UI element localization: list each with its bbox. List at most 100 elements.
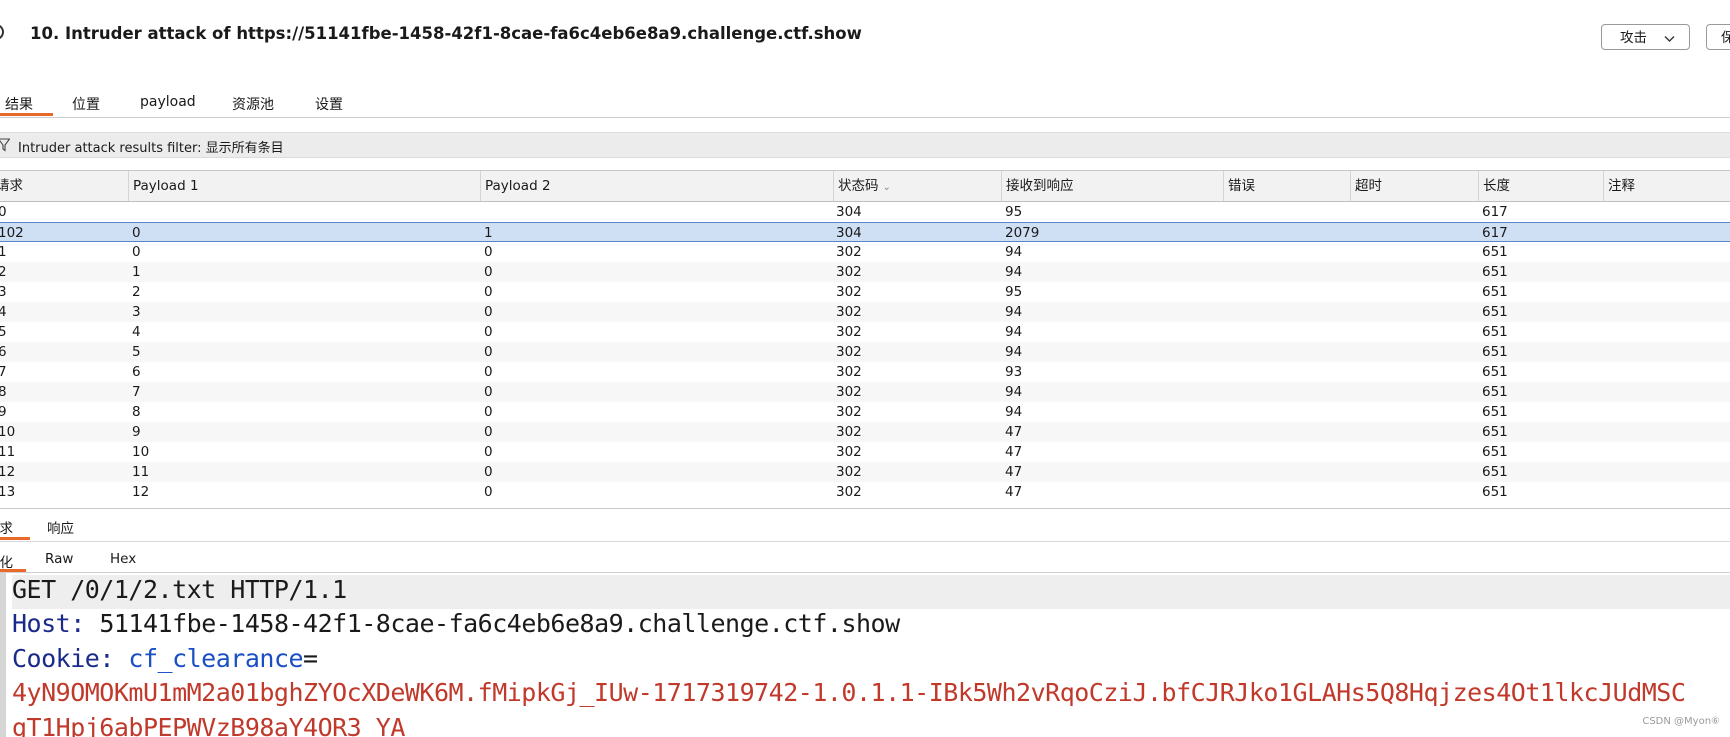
cell-payload1: 8 <box>132 404 141 420</box>
cell-response-received: 2079 <box>1005 225 1040 241</box>
cell-request: 9 <box>0 404 7 420</box>
column-header-status[interactable]: 状态码 ⌄ <box>833 171 1001 201</box>
cell-length: 651 <box>1482 444 1508 460</box>
cell-status: 302 <box>836 484 862 500</box>
cell-request: 3 <box>0 284 7 300</box>
cell-status: 302 <box>836 384 862 400</box>
column-header-request[interactable]: 请求 <box>0 171 129 201</box>
cell-response-received: 47 <box>1005 424 1023 440</box>
cell-length: 651 <box>1482 464 1508 480</box>
table-row[interactable]: 8 7 0 302 94 651 <box>0 382 1730 402</box>
request-line: GET /0/1/2.txt HTTP/1.1 <box>12 575 1730 609</box>
table-row[interactable]: 13 12 0 302 47 651 <box>0 482 1730 502</box>
cookie-value-line: 4yN9OMOKmU1mM2a01bghZYOcXDeWK6M.fMipkGj_… <box>12 678 1686 707</box>
tab-request[interactable]: 请求 <box>0 517 13 537</box>
cookie-name: cf_clearance <box>113 644 304 673</box>
column-header-label: 状态码 <box>838 178 879 194</box>
column-header-timeout[interactable]: 超时 <box>1350 171 1478 201</box>
cell-response-received: 94 <box>1005 244 1023 260</box>
cell-payload2: 0 <box>484 384 493 400</box>
table-row[interactable]: 7 6 0 302 93 651 <box>0 362 1730 382</box>
tab-settings[interactable]: 设置 <box>315 94 343 114</box>
header-value: 51141fbe-1458-42f1-8cae-fa6c4eb6e8a9.cha… <box>84 609 900 638</box>
sort-desc-icon: ⌄ <box>882 182 891 193</box>
table-row[interactable]: 9 8 0 302 94 651 <box>0 402 1730 422</box>
tab-payloads[interactable]: payload <box>140 94 196 110</box>
window-title: 10. Intruder attack of https://51141fbe-… <box>30 24 862 43</box>
table-row[interactable]: 6 5 0 302 94 651 <box>0 342 1730 362</box>
cell-request: 10 <box>0 424 16 440</box>
header-key: Cookie <box>12 644 100 673</box>
cell-request: 102 <box>0 225 24 241</box>
cell-status: 302 <box>836 364 862 380</box>
view-mode-tabs: 美化 Raw Hex <box>0 542 1730 573</box>
attack-button[interactable]: 攻击 <box>1601 24 1690 50</box>
results-table: 请求 Payload 1 Payload 2 状态码 ⌄ 接收到响应 错误 超时 … <box>0 170 1730 507</box>
table-row[interactable]: 102 0 1 304 2079 617 <box>0 222 1730 242</box>
cell-payload2: 0 <box>484 284 493 300</box>
table-row[interactable]: 12 11 0 302 47 651 <box>0 462 1730 482</box>
header-colon: : <box>70 609 85 638</box>
cell-request: 11 <box>0 444 16 460</box>
table-row[interactable]: 10 9 0 302 47 651 <box>0 422 1730 442</box>
column-header-payload2[interactable]: Payload 2 <box>480 171 833 201</box>
column-header-label: 请求 <box>0 178 23 194</box>
column-header-comment[interactable]: 注释 <box>1603 171 1730 201</box>
cell-payload1: 9 <box>132 424 141 440</box>
table-row[interactable]: 2 1 0 302 94 651 <box>0 262 1730 282</box>
tab-positions[interactable]: 位置 <box>72 94 100 114</box>
cell-request: 7 <box>0 364 7 380</box>
tab-response[interactable]: 响应 <box>47 517 74 537</box>
cell-status: 302 <box>836 424 862 440</box>
cell-payload2: 0 <box>484 444 493 460</box>
table-row[interactable]: 5 4 0 302 94 651 <box>0 322 1730 342</box>
title-bar: 10. Intruder attack of https://51141fbe-… <box>0 0 1730 72</box>
table-row[interactable]: 0 304 95 617 <box>0 202 1730 222</box>
cell-response-received: 94 <box>1005 344 1023 360</box>
column-header-payload1[interactable]: Payload 1 <box>128 171 480 201</box>
tab-resource-pool[interactable]: 资源池 <box>232 94 274 114</box>
active-tab-indicator <box>0 537 30 540</box>
save-button[interactable]: 保 <box>1706 24 1730 50</box>
cell-payload2: 0 <box>484 424 493 440</box>
cell-length: 651 <box>1482 324 1508 340</box>
cell-payload2: 0 <box>484 244 493 260</box>
cell-response-received: 94 <box>1005 324 1023 340</box>
tab-hex[interactable]: Hex <box>110 551 136 567</box>
cell-length: 651 <box>1482 384 1508 400</box>
results-filter-bar[interactable]: Intruder attack results filter: 显示所有条目 <box>0 132 1730 158</box>
tab-results[interactable]: 结果 <box>5 94 33 114</box>
cell-response-received: 94 <box>1005 264 1023 280</box>
cell-status: 302 <box>836 344 862 360</box>
table-row[interactable]: 3 2 0 302 95 651 <box>0 282 1730 302</box>
column-header-label: 错误 <box>1228 178 1255 194</box>
cell-request: 13 <box>0 484 16 500</box>
column-header-length[interactable]: 长度 <box>1478 171 1603 201</box>
tab-raw[interactable]: Raw <box>45 551 73 567</box>
header-colon: : <box>99 644 114 673</box>
cell-length: 651 <box>1482 244 1508 260</box>
table-row[interactable]: 4 3 0 302 94 651 <box>0 302 1730 322</box>
cell-payload1: 5 <box>132 344 141 360</box>
cell-payload1: 1 <box>132 264 141 280</box>
cell-response-received: 94 <box>1005 304 1023 320</box>
tab-pretty[interactable]: 美化 <box>0 551 13 571</box>
cell-length: 617 <box>1482 204 1508 220</box>
cell-length: 651 <box>1482 284 1508 300</box>
table-row[interactable]: 11 10 0 302 47 651 <box>0 442 1730 462</box>
table-row[interactable]: 1 0 0 302 94 651 <box>0 242 1730 262</box>
cell-status: 302 <box>836 404 862 420</box>
cell-length: 651 <box>1482 424 1508 440</box>
request-editor[interactable]: GET /0/1/2.txt HTTP/1.1 Host: 51141fbe-1… <box>0 573 1730 737</box>
column-header-label: 超时 <box>1355 178 1382 194</box>
column-header-response-received[interactable]: 接收到响应 <box>1001 171 1223 201</box>
cell-status: 304 <box>836 225 862 241</box>
cell-payload2: 0 <box>484 364 493 380</box>
cell-length: 651 <box>1482 344 1508 360</box>
cookie-header: Cookie: cf_clearance= <box>12 644 318 673</box>
cell-response-received: 94 <box>1005 404 1023 420</box>
cell-request: 4 <box>0 304 7 320</box>
column-header-error[interactable]: 错误 <box>1223 171 1350 201</box>
chevron-down-icon <box>1664 26 1675 49</box>
table-header: 请求 Payload 1 Payload 2 状态码 ⌄ 接收到响应 错误 超时 … <box>0 171 1730 202</box>
